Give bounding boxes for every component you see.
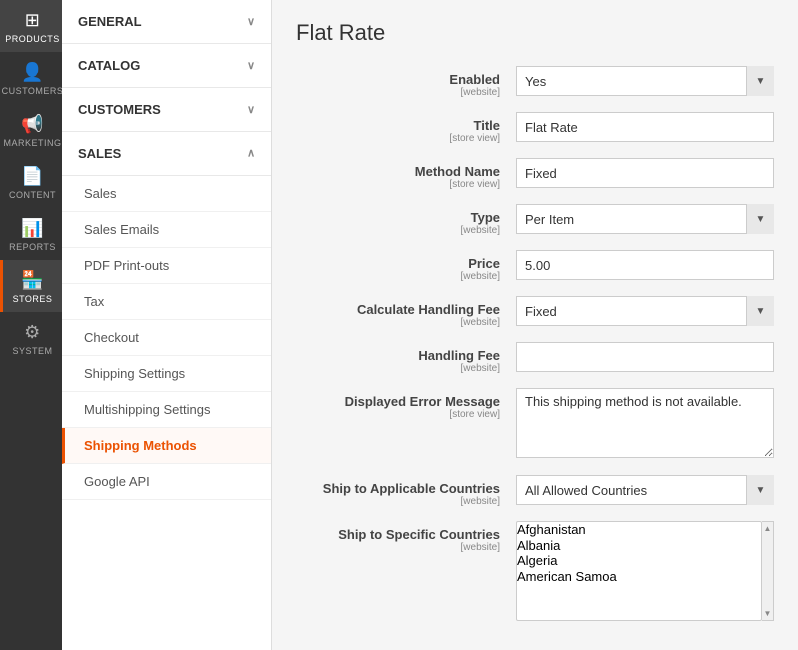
reports-icon: 📊: [21, 218, 44, 239]
field-specific-countries: Ship to Specific Countries [website] Afg…: [296, 521, 774, 621]
nav-item-stores[interactable]: 🏪 STORES: [0, 260, 62, 312]
field-enabled: Enabled [website] Yes No ▼: [296, 66, 774, 98]
handling-fee-calc-select[interactable]: Fixed Percent: [516, 296, 774, 326]
sidebar-item-sales[interactable]: Sales: [62, 176, 271, 212]
customers-icon: 👤: [21, 62, 44, 83]
field-applicable-countries: Ship to Applicable Countries [website] A…: [296, 475, 774, 507]
enabled-select[interactable]: Yes No: [516, 66, 774, 96]
type-select[interactable]: Per Item Per Order: [516, 204, 774, 234]
price-input[interactable]: [516, 250, 774, 280]
scrollbar[interactable]: ▲ ▼: [762, 521, 774, 621]
chevron-up-icon: ∨: [247, 147, 255, 160]
sidebar-section-customers[interactable]: CUSTOMERS ∨: [62, 88, 271, 132]
title-input[interactable]: [516, 112, 774, 142]
sidebar-section-catalog[interactable]: CATALOG ∨: [62, 44, 271, 88]
chevron-down-icon: ∨: [247, 59, 255, 72]
nav-item-customers[interactable]: 👤 CUSTOMERS: [0, 52, 62, 104]
marketing-icon: 📢: [21, 114, 44, 135]
sidebar-item-shipping-settings[interactable]: Shipping Settings: [62, 356, 271, 392]
icon-nav: ⊞ PRODUCTS 👤 CUSTOMERS 📢 MARKETING 📄 CON…: [0, 0, 62, 650]
sidebar-item-tax[interactable]: Tax: [62, 284, 271, 320]
field-handling-fee-calc: Calculate Handling Fee [website] Fixed P…: [296, 296, 774, 328]
system-icon: ⚙: [24, 322, 41, 343]
nav-item-system[interactable]: ⚙ SYSTEM: [0, 312, 62, 364]
field-method-name: Method Name [store view]: [296, 158, 774, 190]
nav-item-reports[interactable]: 📊 REPORTS: [0, 208, 62, 260]
field-title: Title [store view]: [296, 112, 774, 144]
field-handling-fee: Handling Fee [website]: [296, 342, 774, 374]
nav-item-products[interactable]: ⊞ PRODUCTS: [0, 0, 62, 52]
field-price: Price [website]: [296, 250, 774, 282]
sidebar-item-google-api[interactable]: Google API: [62, 464, 271, 500]
stores-icon: 🏪: [21, 270, 44, 291]
method-name-input[interactable]: [516, 158, 774, 188]
sidebar-item-shipping-methods[interactable]: Shipping Methods: [62, 428, 271, 464]
handling-fee-input[interactable]: [516, 342, 774, 372]
sidebar-section-sales[interactable]: SALES ∨: [62, 132, 271, 176]
sidebar-sales-items: Sales Sales Emails PDF Print-outs Tax Ch…: [62, 176, 271, 500]
page-title: Flat Rate: [296, 20, 774, 46]
applicable-countries-select[interactable]: All Allowed Countries Specific Countries: [516, 475, 774, 505]
chevron-down-icon: ∨: [247, 15, 255, 28]
content-icon: 📄: [21, 166, 44, 187]
sidebar-item-pdf-printouts[interactable]: PDF Print-outs: [62, 248, 271, 284]
chevron-down-icon: ∨: [247, 103, 255, 116]
error-message-textarea[interactable]: This shipping method is not available.: [516, 388, 774, 458]
sidebar-item-checkout[interactable]: Checkout: [62, 320, 271, 356]
sidebar: GENERAL ∨ CATALOG ∨ CUSTOMERS ∨ SALES ∨ …: [62, 0, 272, 650]
nav-item-marketing[interactable]: 📢 MARKETING: [0, 104, 62, 156]
sidebar-item-multishipping-settings[interactable]: Multishipping Settings: [62, 392, 271, 428]
products-icon: ⊞: [25, 10, 41, 31]
field-type: Type [website] Per Item Per Order ▼: [296, 204, 774, 236]
specific-countries-select[interactable]: Afghanistan Albania Algeria American Sam…: [516, 521, 762, 621]
main-content: Flat Rate Enabled [website] Yes No ▼ Tit…: [272, 0, 798, 650]
sidebar-section-general[interactable]: GENERAL ∨: [62, 0, 271, 44]
nav-item-content[interactable]: 📄 CONTENT: [0, 156, 62, 208]
sidebar-item-sales-emails[interactable]: Sales Emails: [62, 212, 271, 248]
field-error-message: Displayed Error Message [store view] Thi…: [296, 388, 774, 461]
